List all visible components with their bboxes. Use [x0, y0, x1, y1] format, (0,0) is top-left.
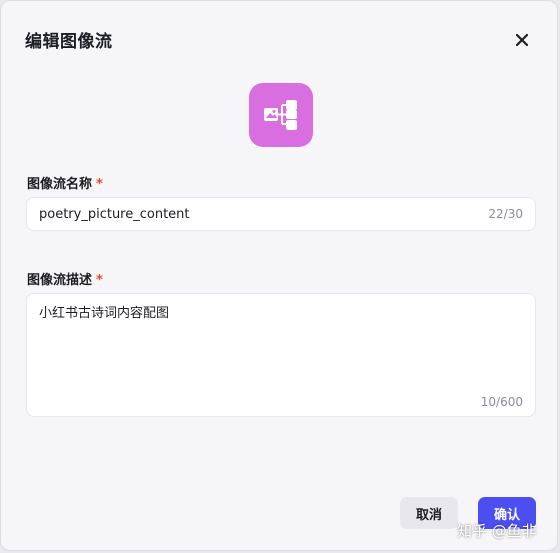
- name-input-container[interactable]: 22/30: [26, 197, 536, 231]
- name-char-counter: 22/30: [488, 207, 523, 221]
- desc-char-counter: 10/600: [480, 395, 523, 409]
- required-mark: *: [96, 177, 103, 192]
- image-flow-icon: [264, 100, 297, 130]
- dialog-title: 编辑图像流: [25, 32, 113, 52]
- name-input[interactable]: [39, 198, 459, 230]
- desc-textarea-container[interactable]: 小红书古诗词内容配图 10/600: [26, 293, 536, 417]
- desc-label-text: 图像流描述: [27, 273, 93, 288]
- watermark-text: 知乎 @鱼非: [457, 522, 537, 540]
- desc-field-label: 图像流描述 *: [27, 269, 103, 288]
- name-label-text: 图像流名称: [27, 177, 93, 192]
- edit-image-flow-dialog: 编辑图像流 图像流名称* 22/30 图像流描述* 小红书古诗词内容配图 10/…: [0, 0, 558, 551]
- name-field-label: 图像流名称 *: [27, 173, 103, 192]
- close-icon: [515, 33, 529, 47]
- required-mark: *: [96, 273, 103, 288]
- desc-textarea[interactable]: 小红书古诗词内容配图: [39, 302, 523, 390]
- close-button[interactable]: [511, 29, 533, 51]
- cancel-button[interactable]: 取消: [400, 497, 458, 529]
- image-flow-avatar[interactable]: [249, 83, 313, 147]
